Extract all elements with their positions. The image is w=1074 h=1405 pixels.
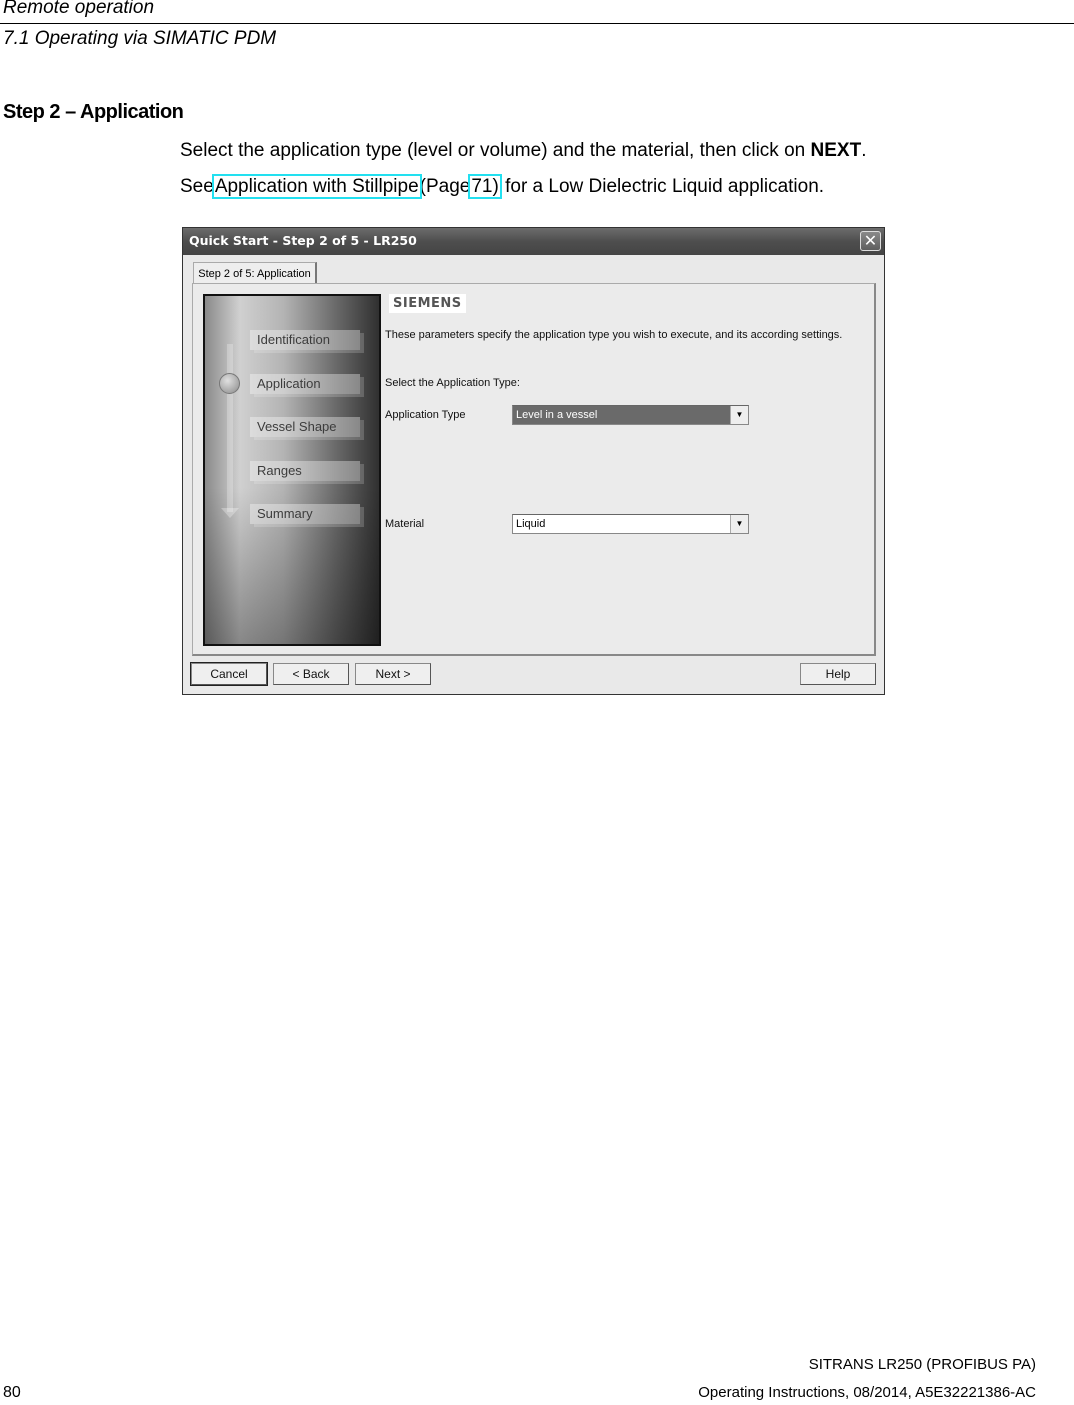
application-type-select[interactable]: Level in a vessel ▼	[512, 405, 749, 425]
footer-product: SITRANS LR250 (PROFIBUS PA)	[808, 1356, 1036, 1373]
siemens-logo: SIEMENS	[389, 294, 466, 313]
page-prefix: (Page	[419, 176, 471, 197]
dialog-title: Quick Start - Step 2 of 5 - LR250	[189, 233, 417, 248]
step-identification: Identification	[250, 330, 360, 350]
next-keyword: NEXT	[810, 140, 862, 161]
cancel-button[interactable]: Cancel	[190, 662, 268, 686]
page-link[interactable]: 71)	[468, 174, 502, 199]
reference-paragraph: SeeApplication with Stillpipe(Page71) fo…	[180, 174, 825, 199]
material-select[interactable]: Liquid ▼	[512, 514, 749, 534]
quick-start-dialog: Quick Start - Step 2 of 5 - LR250 ✕ Step…	[182, 227, 885, 695]
progress-track	[227, 344, 233, 512]
page-number: 80	[3, 1384, 21, 1401]
tab-application[interactable]: Step 2 of 5: Application	[193, 262, 317, 284]
arrow-down-icon	[221, 508, 239, 518]
dropdown-arrow-icon[interactable]: ▼	[730, 406, 748, 424]
material-label: Material	[385, 518, 425, 530]
application-type-value: Level in a vessel	[516, 409, 598, 421]
see-text: See	[180, 176, 214, 197]
next-button[interactable]: Next >	[355, 663, 431, 685]
reference-rest: for a Low Dielectric Liquid application.	[499, 176, 825, 197]
instruction-end: .	[861, 140, 867, 161]
step-title: Step 2 – Application	[3, 101, 184, 123]
header-rule	[0, 23, 1074, 24]
step-application: Application	[250, 374, 360, 394]
back-button[interactable]: < Back	[273, 663, 349, 685]
footer-doc-info: Operating Instructions, 08/2014, A5E3222…	[698, 1384, 1036, 1401]
step-vessel-shape: Vessel Shape	[250, 417, 360, 437]
step-summary: Summary	[250, 504, 360, 524]
select-prompt: Select the Application Type:	[385, 377, 520, 389]
stillpipe-link[interactable]: Application with Stillpipe	[211, 174, 422, 199]
step-ranges: Ranges	[250, 461, 360, 481]
wizard-step-nav: Identification Application Vessel Shape …	[203, 294, 381, 646]
instruction-paragraph: Select the application type (level or vo…	[180, 140, 866, 162]
instruction-text: Select the application type (level or vo…	[180, 140, 811, 161]
tab-panel: Identification Application Vessel Shape …	[192, 283, 876, 656]
section-header: 7.1 Operating via SIMATIC PDM	[3, 28, 277, 49]
material-value: Liquid	[516, 518, 546, 530]
help-button[interactable]: Help	[800, 663, 876, 685]
application-type-label: Application Type	[385, 409, 466, 421]
chapter-header: Remote operation	[3, 0, 155, 18]
dialog-titlebar[interactable]: Quick Start - Step 2 of 5 - LR250 ✕	[183, 228, 884, 255]
close-icon[interactable]: ✕	[860, 231, 881, 251]
description-text: These parameters specify the application…	[385, 329, 843, 341]
dropdown-arrow-icon[interactable]: ▼	[730, 515, 748, 533]
current-step-indicator	[219, 373, 240, 394]
